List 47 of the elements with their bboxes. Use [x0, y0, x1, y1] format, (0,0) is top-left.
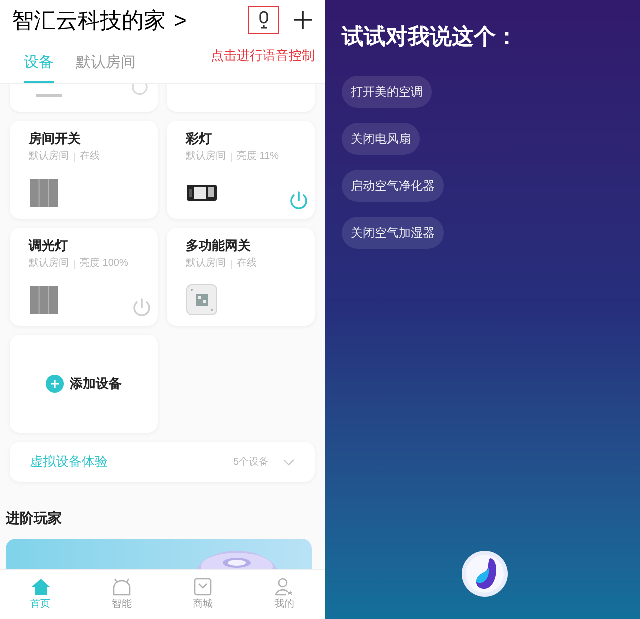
device-card[interactable] [10, 84, 158, 112]
device-name: 多功能网关 [186, 237, 251, 255]
device-card[interactable]: 多功能网关 默认房间 在线 [167, 228, 315, 326]
device-name: 彩灯 [186, 130, 212, 148]
suggestion-chip[interactable]: 启动空气净化器 [342, 170, 444, 202]
light-device-icon [186, 182, 218, 204]
voice-hint: 点击进行语音控制 [211, 46, 315, 64]
device-name: 调光灯 [29, 237, 68, 255]
device-card[interactable]: 调光灯 默认房间 亮度 100% [10, 228, 158, 326]
power-icon[interactable] [130, 84, 150, 96]
section-title: 进阶玩家 [6, 509, 62, 528]
device-name: 房间开关 [29, 130, 81, 148]
suggestion-chip[interactable]: 关闭电风扇 [342, 123, 420, 155]
device-status: 在线 [237, 257, 257, 271]
device-status: 在线 [80, 150, 100, 164]
device-status: 亮度 11% [237, 150, 280, 164]
plus-circle-icon [46, 375, 64, 393]
bag-icon [193, 578, 214, 596]
power-button[interactable] [289, 191, 309, 211]
robot-icon [112, 578, 132, 596]
voice-assistant-button[interactable] [462, 551, 508, 597]
virtual-devices-label: 虚拟设备体验 [30, 453, 108, 472]
device-room: 默认房间 [29, 150, 69, 164]
microphone-button[interactable] [248, 6, 279, 34]
microphone-icon [258, 11, 270, 29]
home-title[interactable]: 智汇云科技的家 [12, 4, 166, 36]
suggestion-chip[interactable]: 打开美的空调 [342, 76, 432, 108]
device-room: 默认房间 [186, 257, 226, 271]
add-icon[interactable] [293, 10, 313, 30]
switch-panel-icon [29, 178, 59, 208]
device-room: 默认房间 [29, 257, 69, 271]
gateway-icon [186, 284, 218, 316]
device-room: 默认房间 [186, 150, 226, 164]
device-card[interactable]: 房间开关 默认房间 在线 [10, 121, 158, 219]
prompt-title: 试试对我说这个： [342, 23, 518, 51]
home-icon [30, 578, 51, 596]
device-status: 亮度 100% [80, 257, 128, 271]
switch-panel-icon [29, 285, 59, 315]
add-device-button[interactable]: 添加设备 [10, 335, 158, 433]
power-button[interactable] [132, 298, 152, 318]
device-count: 5个设备 [233, 456, 269, 470]
device-card[interactable]: 彩灯 默认房间 亮度 11% [167, 121, 315, 219]
chevron-right[interactable]: > [174, 4, 187, 36]
chevron-down-icon [283, 458, 295, 466]
suggestion-chip[interactable]: 关闭空气加湿器 [342, 217, 444, 249]
user-icon [274, 578, 294, 596]
promo-banner[interactable] [6, 539, 312, 569]
